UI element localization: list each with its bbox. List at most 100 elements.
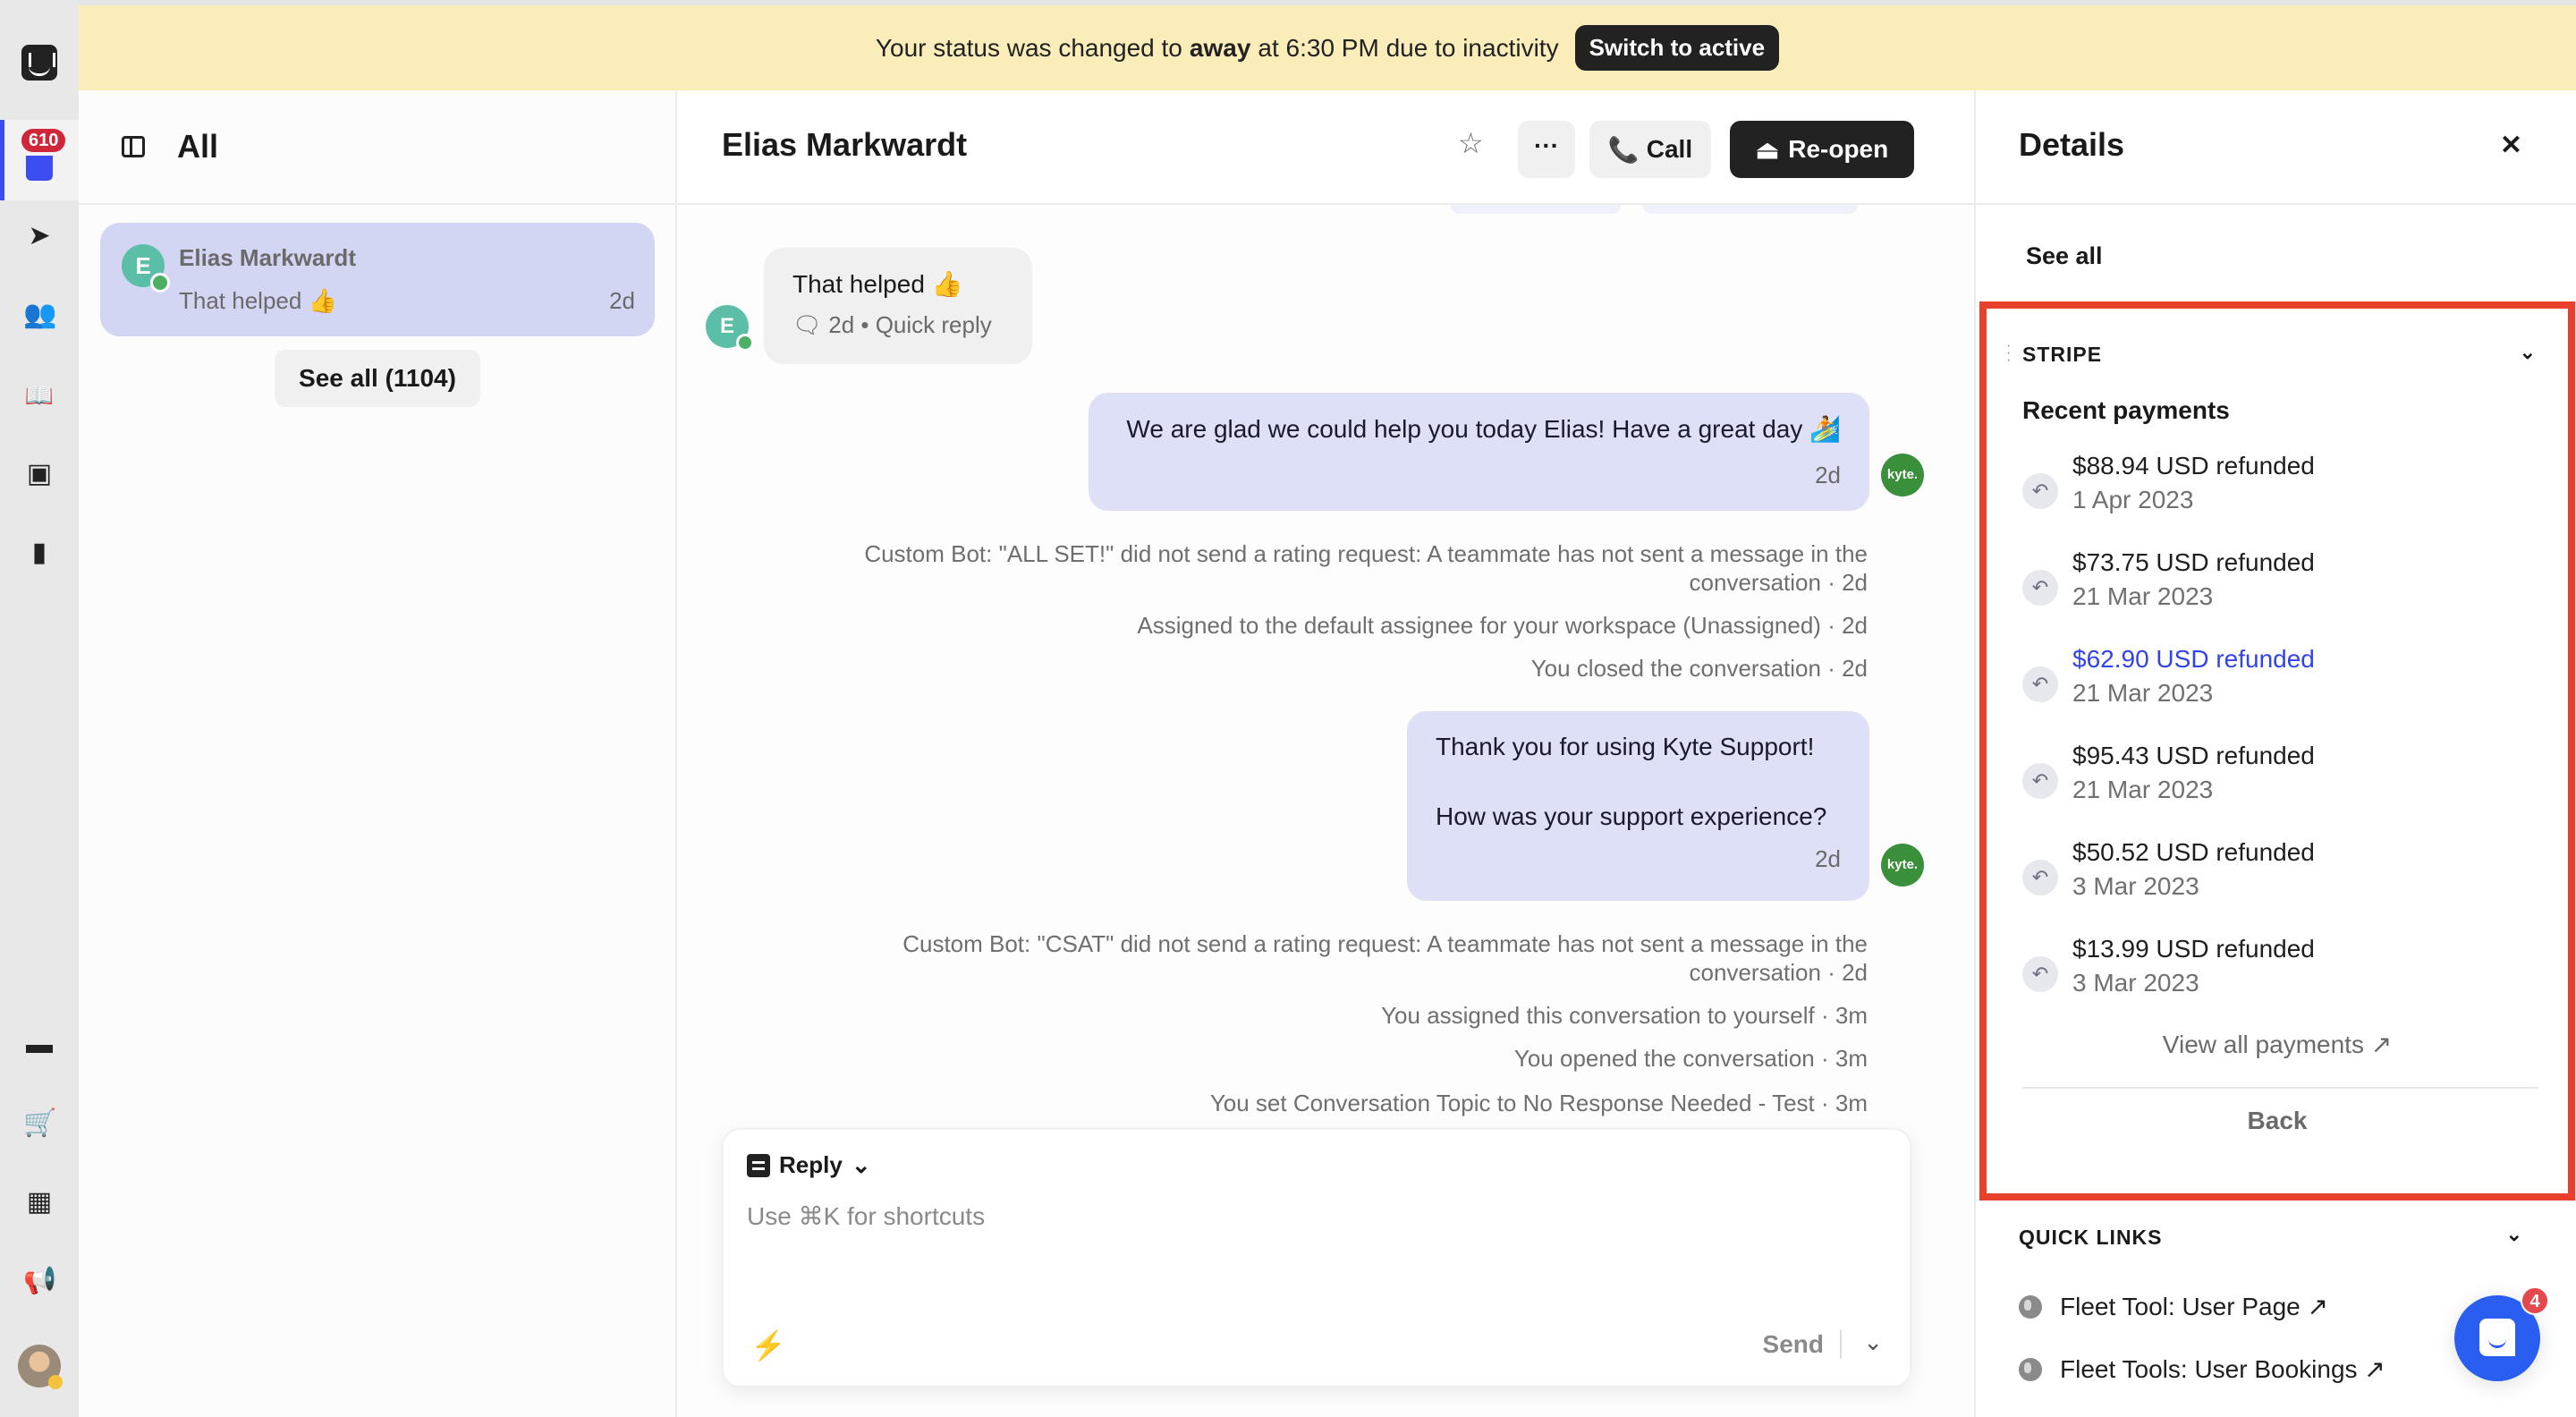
user-avatar[interactable] bbox=[18, 1345, 63, 1389]
back-button[interactable]: Back bbox=[1987, 1107, 2568, 1135]
event-item: You set Conversation Topic to No Respons… bbox=[1209, 1090, 1868, 1116]
refund-icon: ↶ bbox=[2022, 570, 2058, 606]
scrolled-bubble-edge bbox=[1643, 205, 1858, 214]
send-button[interactable]: Send bbox=[1763, 1330, 1842, 1359]
refund-icon: ↶ bbox=[2022, 666, 2058, 702]
stripe-section: · · · STRIPE ⌄ Recent payments ↶ $88.94 US… bbox=[1979, 301, 2575, 1201]
contact-avatar: E bbox=[706, 305, 754, 352]
globe-icon bbox=[2019, 1294, 2042, 1319]
payment-amount: $50.52 USD refunded bbox=[2072, 838, 2315, 866]
contact-avatar: E bbox=[122, 244, 170, 293]
quick-link-item[interactable]: Fleet Tool: User Page ↗ bbox=[2019, 1292, 2328, 1321]
lightning-icon[interactable]: ⚡ bbox=[750, 1328, 786, 1362]
details-header: Details ✕ bbox=[1976, 90, 2576, 205]
see-all-details-link[interactable]: See all bbox=[2026, 242, 2103, 270]
nav-item-inbox[interactable]: 610 bbox=[0, 120, 79, 200]
messenger-icon[interactable]: ▬ bbox=[23, 1029, 55, 1061]
event-time: 2d bbox=[1842, 569, 1868, 596]
inbox-unread-badge: 610 bbox=[21, 129, 66, 152]
reply-composer: Reply ⌄ Use ⌘K for shortcuts ⚡ Send ⌄ bbox=[722, 1128, 1911, 1387]
see-all-conversations-button[interactable]: See all (1104) bbox=[275, 350, 480, 407]
away-status-dot bbox=[48, 1375, 63, 1389]
book-icon[interactable]: 📖 bbox=[23, 379, 55, 412]
switch-to-active-button[interactable]: Switch to active bbox=[1574, 25, 1780, 71]
event-item: Custom Bot: "CSAT" did not send a rating… bbox=[902, 930, 1868, 986]
event-text: Custom Bot: "ALL SET!" did not send a ra… bbox=[864, 540, 1868, 596]
conversation-list-item[interactable]: E Elias Markwardt That helped 👍 2d bbox=[100, 223, 655, 336]
reopen-icon: ⏏ bbox=[1755, 135, 1780, 164]
chevron-down-icon[interactable]: ⌄ bbox=[2506, 1223, 2522, 1246]
inbox-title: All bbox=[177, 128, 219, 165]
event-item: You assigned this conversation to yourse… bbox=[1381, 1002, 1868, 1029]
event-item: Assigned to the default assignee for you… bbox=[1137, 612, 1868, 639]
refund-icon: ↶ bbox=[2022, 763, 2058, 799]
payment-date: 21 Mar 2023 bbox=[2072, 776, 2214, 803]
event-text: Custom Bot: "CSAT" did not send a rating… bbox=[902, 930, 1868, 986]
reports-box-icon[interactable]: ▣ bbox=[23, 458, 55, 490]
phone-icon: 📞 bbox=[1607, 135, 1640, 164]
conversation-header: Elias Markwardt ☆ ··· 📞 Call ⏏ Re-open bbox=[677, 90, 1974, 205]
message-line-2: How was your support experience? bbox=[1436, 802, 1827, 830]
message-preview: That helped 👍 bbox=[179, 287, 337, 314]
intercom-logo-icon[interactable] bbox=[21, 45, 57, 81]
payment-item[interactable]: ↶ $73.75 USD refunded 21 Mar 2023 bbox=[2022, 548, 2523, 629]
event-time: 2d bbox=[1842, 655, 1868, 682]
paper-plane-icon[interactable]: ➤ bbox=[23, 220, 55, 252]
reply-input[interactable]: Use ⌘K for shortcuts bbox=[747, 1201, 985, 1231]
scrolled-bubble-edge bbox=[1451, 205, 1621, 214]
view-all-payments-link[interactable]: View all payments ↗ bbox=[1987, 1030, 2568, 1059]
quick-links-label: QUICK LINKS bbox=[2019, 1226, 2163, 1249]
unread-count-badge: 4 bbox=[2521, 1286, 2549, 1315]
quick-link-label: Fleet Tools: User Bookings ↗ bbox=[2060, 1355, 2385, 1383]
event-time: 2d bbox=[1842, 959, 1868, 986]
chevron-down-icon[interactable]: ⌄ bbox=[2520, 341, 2536, 364]
message-meta: 🗨 2d • Quick reply bbox=[792, 311, 1004, 339]
contact-name: Elias Markwardt bbox=[179, 244, 356, 271]
chat-bubble-icon bbox=[2479, 1319, 2515, 1356]
star-icon[interactable]: ☆ bbox=[1458, 126, 1484, 160]
event-time: 3m bbox=[1835, 1045, 1868, 1072]
payment-amount: $13.99 USD refunded bbox=[2072, 935, 2315, 963]
message-text: That helped 👍 bbox=[792, 270, 963, 298]
drag-handle-icon[interactable]: · · · bbox=[2006, 339, 2012, 368]
payment-item[interactable]: ↶ $62.90 USD refunded 21 Mar 2023 bbox=[2022, 645, 2523, 725]
payment-item[interactable]: ↶ $13.99 USD refunded 3 Mar 2023 bbox=[2022, 935, 2523, 1015]
contacts-icon[interactable]: 👥 bbox=[23, 299, 56, 331]
stripe-section-label: STRIPE bbox=[2022, 343, 2103, 366]
more-options-button[interactable]: ··· bbox=[1518, 121, 1575, 178]
refund-icon: ↶ bbox=[2022, 956, 2058, 992]
agent-message: Thank you for using Kyte Support! How wa… bbox=[1407, 711, 1869, 901]
avatar-initial: E bbox=[719, 314, 734, 338]
apps-grid-icon[interactable]: ▦ bbox=[23, 1186, 55, 1218]
quick-link-item[interactable]: Fleet Tools: User Bookings ↗ bbox=[2019, 1354, 2385, 1384]
banner-status: away bbox=[1189, 33, 1251, 62]
banner-text-before: Your status was changed to bbox=[875, 33, 1182, 62]
left-nav: 610 ➤ 👥 📖 ▣ ▮ ▬ 🛒 ▦ 📢 bbox=[0, 0, 79, 1417]
divider bbox=[2022, 1087, 2538, 1089]
send-options-chevron-icon[interactable]: ⌄ bbox=[1863, 1328, 1883, 1356]
reopen-button[interactable]: ⏏ Re-open bbox=[1730, 121, 1914, 178]
payment-item[interactable]: ↶ $95.43 USD refunded 21 Mar 2023 bbox=[2022, 742, 2523, 822]
toggle-sidebar-icon[interactable] bbox=[122, 136, 145, 157]
user-message: That helped 👍 🗨 2d • Quick reply bbox=[764, 248, 1032, 364]
payment-item[interactable]: ↶ $88.94 USD refunded 1 Apr 2023 bbox=[2022, 452, 2523, 532]
details-panel: Details ✕ See all · · · STRIPE ⌄ Recent pa… bbox=[1974, 90, 2576, 1417]
reply-mode-selector[interactable]: Reply ⌄ bbox=[747, 1151, 871, 1179]
agent-avatar: kyte. bbox=[1881, 454, 1924, 496]
cart-icon[interactable]: 🛒 bbox=[23, 1107, 56, 1140]
agent-message: We are glad we could help you today Elia… bbox=[1089, 393, 1869, 511]
payment-item[interactable]: ↶ $50.52 USD refunded 3 Mar 2023 bbox=[2022, 838, 2523, 919]
payment-date: 3 Mar 2023 bbox=[2072, 872, 2199, 900]
payment-amount: $73.75 USD refunded bbox=[2072, 548, 2315, 576]
call-button[interactable]: 📞 Call bbox=[1589, 121, 1711, 178]
megaphone-icon[interactable]: 📢 bbox=[23, 1265, 56, 1297]
conversation-list-panel: All E Elias Markwardt That helped 👍 2d S… bbox=[79, 90, 677, 1417]
quick-link-label: Fleet Tool: User Page ↗ bbox=[2060, 1293, 2328, 1320]
payment-date: 3 Mar 2023 bbox=[2072, 969, 2199, 997]
bar-chart-icon[interactable]: ▮ bbox=[23, 537, 55, 569]
globe-icon bbox=[2019, 1357, 2042, 1381]
conversation-time: 2d bbox=[609, 287, 635, 314]
event-text: You opened the conversation bbox=[1513, 1045, 1815, 1072]
messenger-launcher-button[interactable]: 4 bbox=[2454, 1286, 2549, 1381]
close-icon[interactable]: ✕ bbox=[2500, 130, 2522, 161]
